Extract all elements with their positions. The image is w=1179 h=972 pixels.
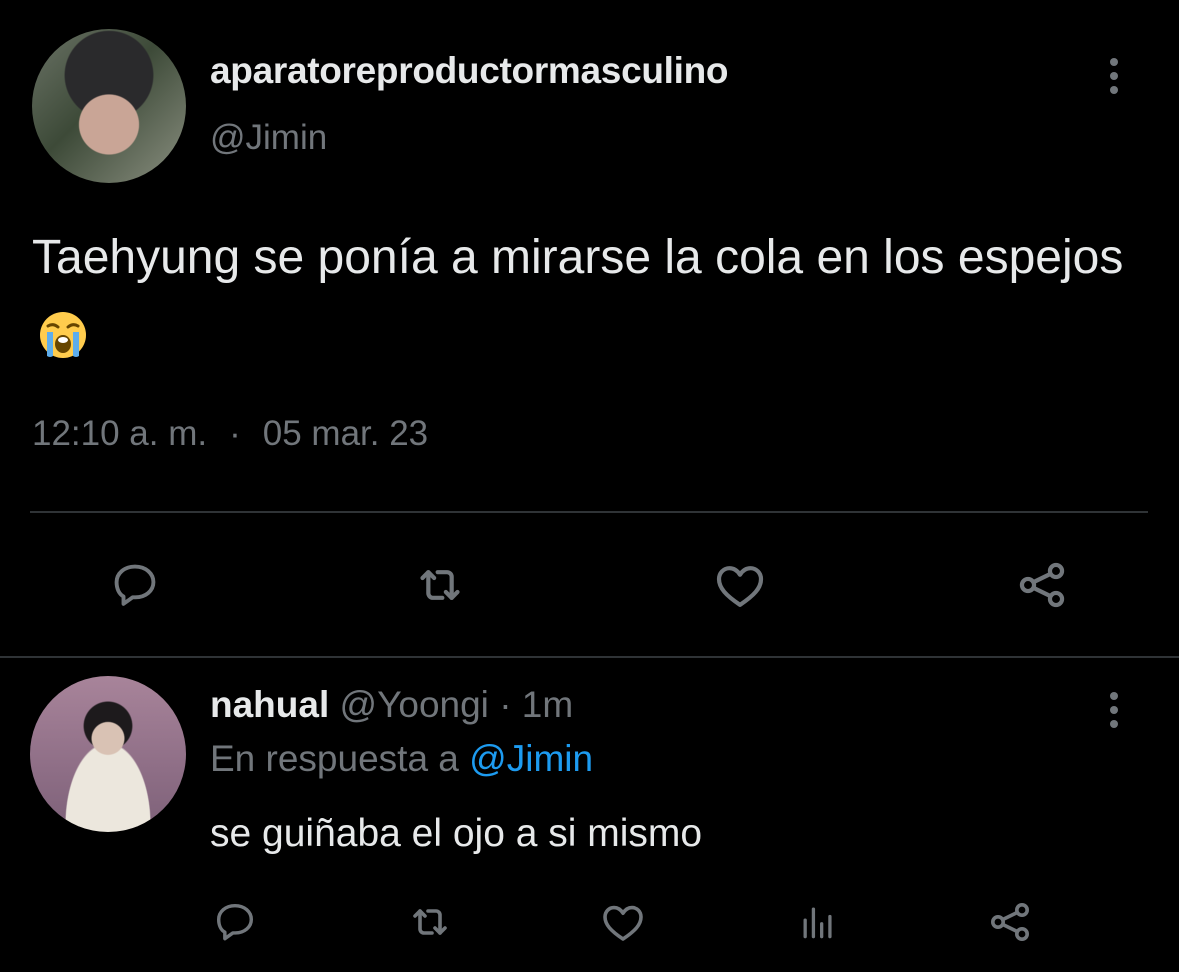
author-avatar[interactable] xyxy=(32,29,186,183)
like-button[interactable] xyxy=(710,555,770,615)
reply-icon xyxy=(216,903,254,941)
like-button[interactable] xyxy=(598,897,648,947)
separator-dot: · xyxy=(499,684,512,725)
share-icon xyxy=(991,903,1029,941)
reply-icon xyxy=(114,564,156,606)
divider xyxy=(30,511,1148,513)
in-reply-to: En respuesta a @Jimin xyxy=(210,738,593,780)
analytics-button[interactable] xyxy=(793,897,843,947)
reply-header: nahual @Yoongi · 1m xyxy=(210,684,573,726)
separator-dot: · xyxy=(229,414,241,453)
tweet-timestamp[interactable]: 12:10 a. m. · 05 mar. 23 xyxy=(32,414,428,454)
share-icon xyxy=(1019,562,1065,608)
author-handle[interactable]: @Jimin xyxy=(210,118,327,158)
share-button[interactable] xyxy=(1012,555,1072,615)
tweet-text: Taehyung se ponía a mirarse la cola en l… xyxy=(32,218,1142,376)
reply-button[interactable] xyxy=(210,897,260,947)
divider xyxy=(0,656,1179,658)
tweet-time: 12:10 a. m. xyxy=(32,414,208,453)
like-icon xyxy=(716,566,764,607)
reply-age: 1m xyxy=(521,684,574,725)
retweet-icon xyxy=(413,909,447,935)
author-display-name[interactable]: aparatoreproductormasculino xyxy=(210,50,729,92)
tweet-text-content: Taehyung se ponía a mirarse la cola en l… xyxy=(32,231,1124,284)
loudly-crying-face-icon xyxy=(40,312,86,358)
reply-text: se guiñaba el ojo a si mismo xyxy=(210,812,703,855)
analytics-icon xyxy=(803,907,832,939)
in-reply-mention[interactable]: @Jimin xyxy=(469,738,593,779)
retweet-button[interactable] xyxy=(405,897,455,947)
in-reply-prefix: En respuesta a xyxy=(210,738,459,779)
more-options-icon[interactable] xyxy=(1099,686,1129,738)
share-button[interactable] xyxy=(985,897,1035,947)
like-icon xyxy=(603,905,643,941)
retweet-button[interactable] xyxy=(410,555,470,615)
reply-author-avatar[interactable] xyxy=(30,676,186,832)
reply-author-display-name[interactable]: nahual xyxy=(210,684,329,725)
more-options-icon[interactable] xyxy=(1099,52,1129,104)
tweet-date: 05 mar. 23 xyxy=(262,414,429,453)
reply-button[interactable] xyxy=(105,555,165,615)
retweet-icon xyxy=(420,570,460,600)
reply-author-handle[interactable]: @Yoongi xyxy=(340,684,489,725)
